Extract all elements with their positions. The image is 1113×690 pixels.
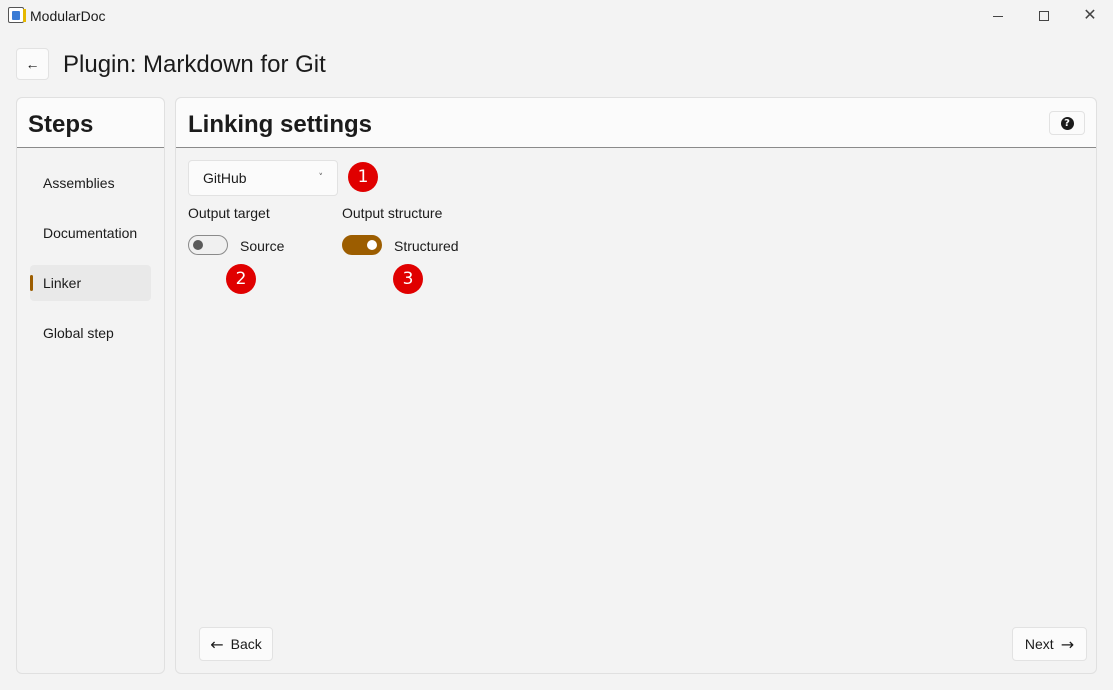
title-bar: ModularDoc ✕ bbox=[0, 0, 1113, 32]
step-item-documentation[interactable]: Documentation bbox=[30, 215, 151, 251]
app-icon bbox=[8, 7, 26, 23]
marker-badge: 2 bbox=[226, 264, 256, 294]
steps-title: Steps bbox=[17, 98, 164, 148]
platform-select-value: GitHub bbox=[203, 170, 247, 186]
step-label: Assemblies bbox=[43, 175, 115, 191]
output-structure-toggle[interactable] bbox=[342, 235, 382, 255]
marker-badge: 1 bbox=[348, 162, 378, 192]
step-label: Linker bbox=[43, 275, 82, 291]
output-structure-toggle-text: Structured bbox=[394, 238, 459, 254]
maximize-icon bbox=[1039, 11, 1049, 21]
maximize-button[interactable] bbox=[1021, 0, 1067, 32]
output-target-toggle[interactable] bbox=[188, 235, 228, 255]
output-structure-label: Output structure bbox=[342, 205, 443, 221]
output-target-toggle-text: Source bbox=[240, 238, 285, 254]
step-item-linker[interactable]: Linker bbox=[30, 265, 151, 301]
back-label: Back bbox=[230, 636, 262, 652]
step-item-global-step[interactable]: Global step bbox=[30, 315, 151, 351]
chevron-down-icon: ˅ bbox=[318, 173, 324, 183]
help-icon: ? bbox=[1060, 116, 1074, 130]
back-nav-button[interactable]: ← bbox=[16, 48, 49, 80]
step-item-assemblies[interactable]: Assemblies bbox=[30, 165, 151, 201]
arrow-right-icon: → bbox=[1060, 634, 1075, 654]
window-title: ModularDoc bbox=[30, 8, 106, 24]
close-icon: ✕ bbox=[1083, 7, 1097, 24]
steps-panel: Steps Assemblies Documentation Linker Gl… bbox=[16, 97, 165, 674]
toggle-knob bbox=[193, 240, 203, 250]
section-title: Linking settings bbox=[188, 111, 373, 138]
minimize-button[interactable] bbox=[975, 0, 1021, 32]
arrow-left-icon: ← bbox=[210, 634, 224, 654]
back-button[interactable]: ← Back bbox=[199, 627, 273, 661]
main-header: Linking settings ? bbox=[176, 98, 1096, 148]
help-button[interactable]: ? bbox=[1049, 111, 1085, 135]
main-panel: Linking settings ? GitHub ˅ 1 Output tar… bbox=[175, 97, 1097, 674]
next-label: Next bbox=[1024, 636, 1054, 652]
output-target-label: Output target bbox=[188, 205, 270, 221]
next-button[interactable]: Next → bbox=[1012, 627, 1087, 661]
platform-dropdown[interactable]: GitHub ˅ bbox=[188, 160, 338, 196]
page-title: Plugin: Markdown for Git bbox=[63, 51, 326, 78]
step-label: Documentation bbox=[43, 225, 138, 241]
active-step-indicator bbox=[30, 275, 33, 291]
marker-badge: 3 bbox=[393, 264, 423, 294]
step-label: Global step bbox=[43, 325, 114, 341]
minimize-icon bbox=[993, 15, 1003, 17]
arrow-left-icon: ← bbox=[25, 56, 40, 72]
toggle-knob bbox=[367, 240, 377, 250]
close-button[interactable]: ✕ bbox=[1067, 0, 1113, 32]
